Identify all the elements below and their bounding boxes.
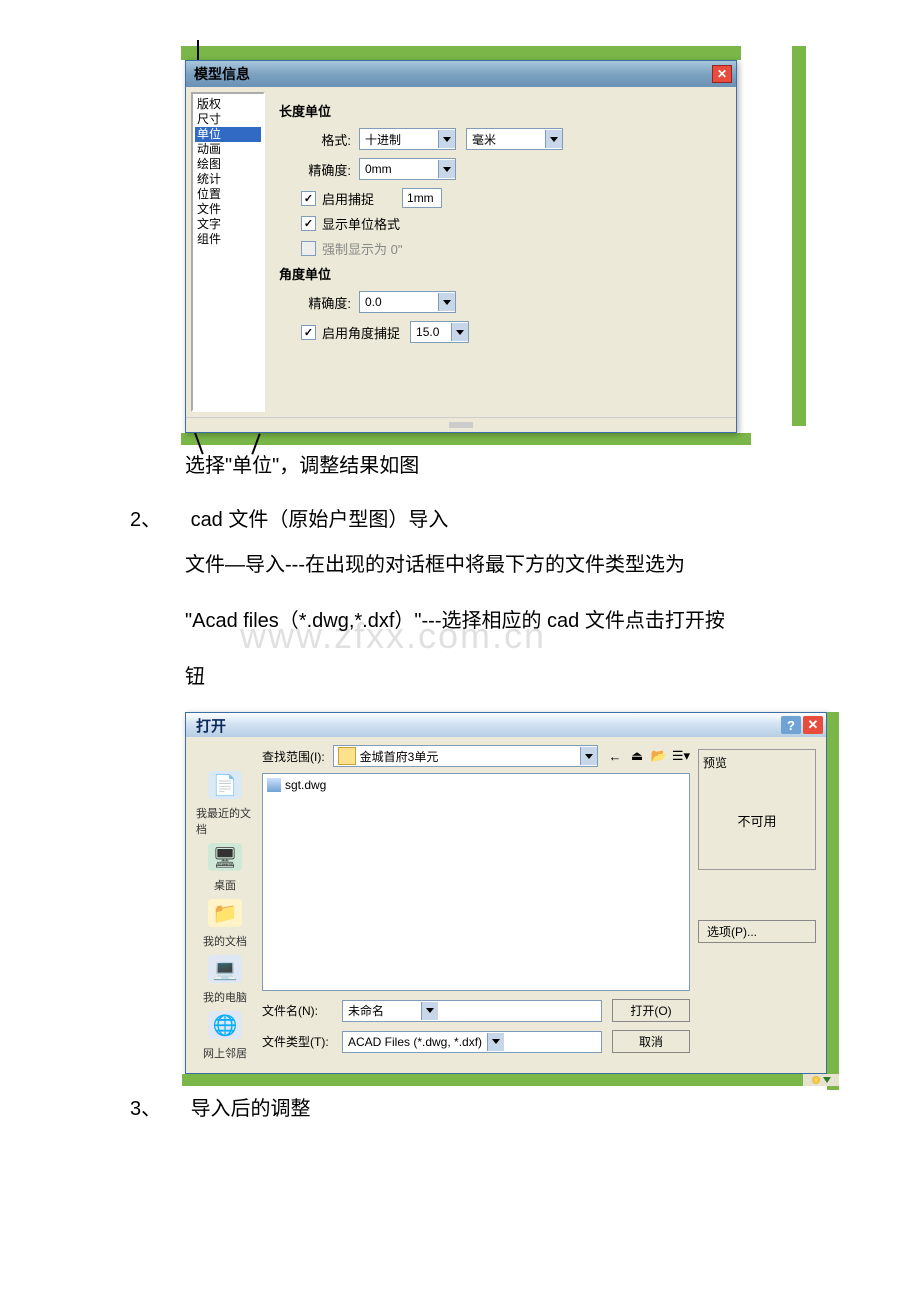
desktop-label: 桌面: [214, 877, 236, 893]
preview-na: 不可用: [703, 775, 811, 865]
lookin-select[interactable]: 金城首府3单元: [333, 745, 598, 767]
sidebar-item-location[interactable]: 位置: [195, 187, 261, 202]
sidebar-item-units[interactable]: 单位: [195, 127, 261, 142]
angle-precision-label: 精确度:: [279, 293, 351, 312]
enable-snap-label: 启用捕捉: [322, 189, 374, 208]
close-icon[interactable]: ✕: [803, 716, 823, 734]
model-info-title: 模型信息: [194, 64, 250, 84]
show-units-checkbox[interactable]: [301, 216, 316, 231]
caption-select-units: 选择"单位"，调整结果如图: [185, 443, 790, 489]
sidebar-item-rendering[interactable]: 绘图: [195, 157, 261, 172]
sidebar-item-statistics[interactable]: 统计: [195, 172, 261, 187]
format-select[interactable]: 十进制: [359, 128, 456, 150]
mydocs-icon[interactable]: 📁: [208, 899, 242, 927]
network-icon[interactable]: 🌐: [208, 1011, 242, 1039]
format-unit-select[interactable]: 毫米: [466, 128, 563, 150]
open-dialog-title: 打开: [196, 715, 226, 736]
options-button[interactable]: 选项(P)...: [698, 920, 816, 943]
sidebar-item-components[interactable]: 组件: [195, 232, 261, 247]
back-icon[interactable]: ←: [606, 747, 624, 765]
close-icon[interactable]: ✕: [712, 65, 732, 83]
places-bar: 📄 我最近的文档 🖥 桌面 📁 我的文档 💻 我的电脑 🌐 网上邻居: [196, 745, 254, 1061]
dwg-file-icon: [267, 778, 281, 792]
recent-docs-label: 我最近的文档: [196, 805, 254, 837]
mycomputer-icon[interactable]: 💻: [208, 955, 242, 983]
model-info-dialog: 模型信息 ✕ 版权 尺寸 单位 动画 绘图 统计 位置 文件 文字 组件 长度单…: [185, 60, 737, 433]
resize-handle-icon[interactable]: [186, 417, 736, 432]
list-item-2-title: cad 文件（原始户型图）导入: [191, 509, 449, 531]
force-zero-label: 强制显示为 0": [322, 239, 402, 258]
enable-angle-snap-label: 启用角度捕捉: [322, 323, 400, 342]
model-info-sidebar: 版权 尺寸 单位 动画 绘图 统计 位置 文件 文字 组件: [191, 92, 265, 412]
show-units-label: 显示单位格式: [322, 214, 400, 233]
force-zero-checkbox: [301, 241, 316, 256]
filetype-label: 文件类型(T):: [262, 1033, 332, 1050]
filename-label: 文件名(N):: [262, 1002, 332, 1019]
preview-panel: 预览 不可用: [698, 749, 816, 870]
new-folder-icon[interactable]: 📂: [650, 747, 668, 765]
views-icon[interactable]: ☰▾: [672, 747, 690, 765]
angle-precision-select[interactable]: 0.0: [359, 291, 456, 313]
sidebar-item-copyright[interactable]: 版权: [195, 97, 261, 112]
help-icon[interactable]: ?: [781, 716, 801, 734]
cancel-button[interactable]: 取消: [612, 1030, 690, 1053]
lookin-label: 查找范围(I):: [262, 748, 325, 765]
sidebar-item-file[interactable]: 文件: [195, 202, 261, 217]
enable-snap-checkbox[interactable]: [301, 191, 316, 206]
sidebar-item-animation[interactable]: 动画: [195, 142, 261, 157]
precision-label: 精确度:: [279, 160, 351, 179]
model-info-titlebar[interactable]: 模型信息 ✕: [186, 61, 736, 87]
angle-snap-select[interactable]: 15.0: [410, 321, 469, 343]
filename-input[interactable]: 未命名: [342, 1000, 602, 1022]
angle-units-header: 角度单位: [279, 264, 722, 283]
paragraph-2c: 钮: [185, 654, 790, 700]
list-number-2: 2、: [130, 503, 185, 532]
paragraph-2b: "Acad files（*.dwg,*.dxf）"---选择相应的 cad 文件…: [185, 598, 790, 644]
snap-value-input[interactable]: 1mm: [402, 188, 442, 208]
file-item-name: sgt.dwg: [285, 778, 326, 792]
network-label: 网上邻居: [203, 1045, 247, 1061]
mydocs-label: 我的文档: [203, 933, 247, 949]
precision-select[interactable]: 0mm: [359, 158, 456, 180]
list-item-3-title: 导入后的调整: [191, 1098, 311, 1120]
open-file-dialog: 打开 ? ✕ 📄 我最近的文档 🖥 桌面 📁 我的文档 💻 我的电脑: [185, 712, 827, 1074]
up-icon[interactable]: ⏏: [628, 747, 646, 765]
desktop-icon[interactable]: 🖥: [208, 843, 242, 871]
paragraph-2a: 文件—导入---在出现的对话框中将最下方的文件类型选为: [185, 542, 790, 588]
enable-angle-snap-checkbox[interactable]: [301, 325, 316, 340]
open-button[interactable]: 打开(O): [612, 999, 690, 1022]
file-list[interactable]: sgt.dwg: [262, 773, 690, 991]
file-item[interactable]: sgt.dwg: [267, 778, 685, 792]
sidebar-item-text[interactable]: 文字: [195, 217, 261, 232]
filetype-select[interactable]: ACAD Files (*.dwg, *.dxf): [342, 1031, 602, 1053]
recent-docs-icon[interactable]: 📄: [208, 771, 242, 799]
open-dialog-titlebar[interactable]: 打开 ? ✕: [186, 713, 826, 737]
list-number-3: 3、: [130, 1092, 185, 1121]
format-label: 格式:: [279, 130, 351, 149]
preview-label: 预览: [703, 754, 811, 771]
folder-icon: [338, 747, 356, 765]
mycomputer-label: 我的电脑: [203, 989, 247, 1005]
status-tray-icon: [803, 1074, 839, 1086]
length-units-header: 长度单位: [279, 101, 722, 120]
sidebar-item-dimensions[interactable]: 尺寸: [195, 112, 261, 127]
